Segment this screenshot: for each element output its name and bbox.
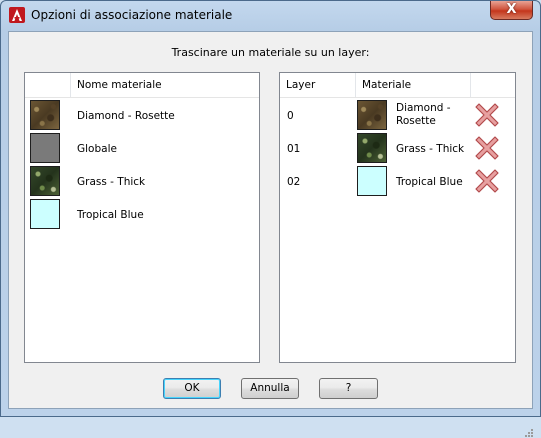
layer-name: 0 [287, 110, 294, 122]
close-icon: X [506, 2, 517, 17]
assigned-material-swatch[interactable] [357, 166, 387, 196]
material-name: Grass - Thick [77, 176, 146, 188]
assigned-material-name: Grass - Thick [396, 143, 465, 155]
delete-x-icon[interactable] [472, 166, 502, 196]
material-name: Tropical Blue [77, 209, 144, 221]
autocad-app-icon [9, 7, 25, 23]
ok-button[interactable]: OK [163, 378, 221, 399]
close-button[interactable]: X [490, 1, 533, 20]
material-swatch-grass-thick[interactable] [30, 166, 60, 196]
assigned-material-swatch[interactable] [357, 133, 387, 163]
header-divider [280, 97, 515, 98]
delete-x-icon[interactable] [472, 100, 502, 130]
layer-name: 01 [287, 143, 301, 155]
materials-list[interactable]: Nome materiale Diamond - Rosette Globale… [24, 72, 260, 363]
resize-grip-icon[interactable] [522, 426, 534, 438]
material-swatch-globale[interactable] [30, 133, 60, 163]
assigned-material-swatch[interactable] [357, 100, 387, 130]
material-column-header[interactable]: Materiale [356, 73, 471, 98]
title-bar[interactable]: Opzioni di associazione materiale X [1, 1, 540, 31]
instruction-text: Trascinare un materiale su un layer: [171, 46, 370, 59]
layer-name: 02 [287, 176, 301, 188]
dialog-window: Opzioni di associazione materiale X Tras… [0, 0, 541, 437]
materials-name-column-header[interactable]: Nome materiale [71, 73, 259, 98]
dialog-client-area: Trascinare un materiale su un layer: Nom… [8, 31, 533, 437]
material-name: Globale [77, 143, 117, 155]
assigned-material-name: Diamond - Rosette [396, 102, 451, 127]
help-button[interactable]: ? [319, 378, 378, 399]
action-column-header[interactable] [471, 73, 515, 98]
window-title: Opzioni di associazione materiale [31, 8, 233, 22]
material-swatch-diamond-rosette[interactable] [30, 100, 60, 130]
delete-x-icon[interactable] [472, 133, 502, 163]
layer-column-header[interactable]: Layer [280, 73, 356, 98]
assigned-material-name: Tropical Blue [396, 176, 463, 188]
header-divider [25, 97, 259, 98]
material-name: Diamond - Rosette [77, 110, 175, 122]
layers-table[interactable]: Layer Materiale 0 Diamond - Rosette 01 G… [279, 72, 516, 363]
cancel-button[interactable]: Annulla [241, 378, 299, 399]
material-swatch-tropical-blue[interactable] [30, 199, 60, 229]
materials-swatch-column-header[interactable] [25, 73, 71, 98]
